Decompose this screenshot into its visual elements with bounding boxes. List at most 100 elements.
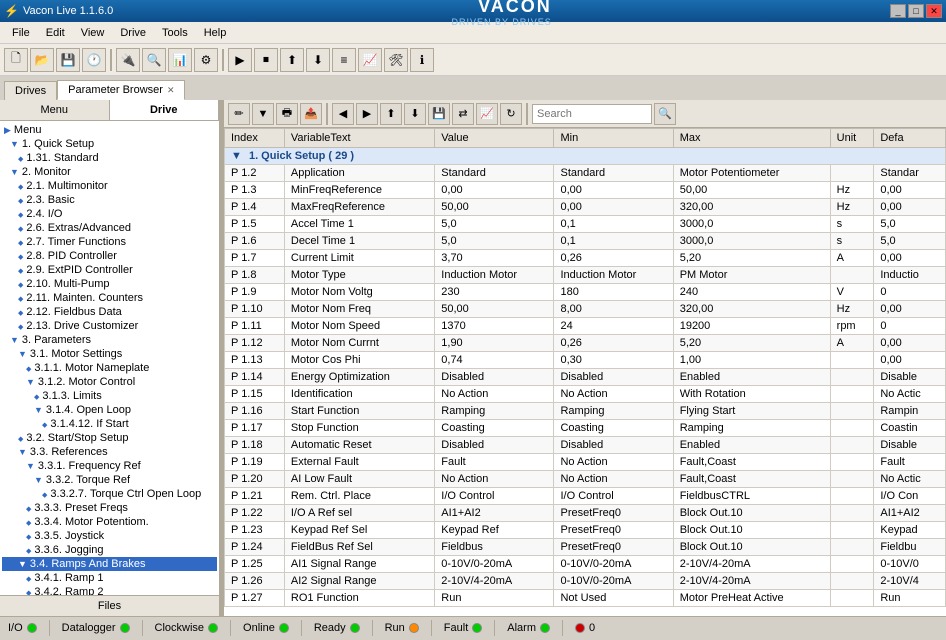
tb-stop[interactable]: ⏹	[254, 48, 278, 72]
param-tb-print[interactable]: 🖶	[276, 103, 298, 125]
tree-node-32[interactable]: ◆3.4.1. Ramp 1	[2, 571, 217, 585]
table-row[interactable]: P 1.14Energy OptimizationDisabledDisable…	[225, 369, 946, 386]
table-row[interactable]: P 1.3MinFreqReference0,000,0050,00Hz0,00	[225, 182, 946, 199]
table-row[interactable]: P 1.22I/O A Ref selAI1+AI2PresetFreq0Blo…	[225, 505, 946, 522]
table-row[interactable]: P 1.13Motor Cos Phi0,740,301,000,00	[225, 352, 946, 369]
close-button[interactable]: ✕	[926, 4, 942, 18]
param-table[interactable]: Index VariableText Value Min Max Unit De…	[224, 128, 946, 616]
table-row[interactable]: P 1.10Motor Nom Freq50,008,00320,00Hz0,0…	[225, 301, 946, 318]
tb-scope[interactable]: 📈	[358, 48, 382, 72]
table-row[interactable]: P 1.18Automatic ResetDisabledDisabledEna…	[225, 437, 946, 454]
tb-info[interactable]: ℹ	[410, 48, 434, 72]
tb-start[interactable]: ▶	[228, 48, 252, 72]
search-input[interactable]	[532, 104, 652, 124]
group-collapse-icon[interactable]: ▼	[231, 150, 242, 162]
param-tb-compare[interactable]: ⇄	[452, 103, 474, 125]
param-tb-refresh[interactable]: ↻	[500, 103, 522, 125]
tree-node-8[interactable]: ◆2.7. Timer Functions	[2, 235, 217, 249]
tree-node-16[interactable]: ▼3.1. Motor Settings	[2, 347, 217, 361]
tree-node-0[interactable]: ▶Menu	[2, 123, 217, 137]
param-tb-search-go[interactable]: 🔍	[654, 103, 676, 125]
tree-node-2[interactable]: ◆1.31. Standard	[2, 151, 217, 165]
tree-node-11[interactable]: ◆2.10. Multi-Pump	[2, 277, 217, 291]
table-row[interactable]: P 1.16Start FunctionRampingRampingFlying…	[225, 403, 946, 420]
menu-drive[interactable]: Drive	[112, 25, 154, 41]
tab-close-icon[interactable]: ✕	[167, 85, 175, 96]
table-row[interactable]: P 1.15IdentificationNo ActionNo ActionWi…	[225, 386, 946, 403]
tree-node-21[interactable]: ◆3.1.4.12. If Start	[2, 417, 217, 431]
files-button[interactable]: Files	[0, 595, 219, 616]
tree-node-19[interactable]: ◆3.1.3. Limits	[2, 389, 217, 403]
tree-node-15[interactable]: ▼3. Parameters	[2, 333, 217, 347]
menu-file[interactable]: File	[4, 25, 38, 41]
tb-upload[interactable]: ⬆	[280, 48, 304, 72]
tree-node-22[interactable]: ◆3.2. Start/Stop Setup	[2, 431, 217, 445]
tree-node-5[interactable]: ◆2.3. Basic	[2, 193, 217, 207]
tb-search[interactable]: 🔍	[142, 48, 166, 72]
tree-node-31[interactable]: ▼3.4. Ramps And Brakes	[2, 557, 217, 571]
table-row[interactable]: P 1.27RO1 FunctionRunNot UsedMotor PreHe…	[225, 590, 946, 607]
table-row[interactable]: P 1.6Decel Time 15,00,13000,0s5,0	[225, 233, 946, 250]
left-tab-drive[interactable]: Drive	[110, 100, 220, 120]
tb-open[interactable]: 📂	[30, 48, 54, 72]
tree-node-7[interactable]: ◆2.6. Extras/Advanced	[2, 221, 217, 235]
param-tb-export[interactable]: 📤	[300, 103, 322, 125]
table-row[interactable]: P 1.7Current Limit3,700,265,20A0,00	[225, 250, 946, 267]
table-row[interactable]: P 1.25AI1 Signal Range0-10V/0-20mA0-10V/…	[225, 556, 946, 573]
table-group-row[interactable]: ▼ 1. Quick Setup ( 29 )	[225, 148, 946, 165]
tree-node-6[interactable]: ◆2.4. I/O	[2, 207, 217, 221]
menu-edit[interactable]: Edit	[38, 25, 73, 41]
table-row[interactable]: P 1.17Stop FunctionCoastingCoastingRampi…	[225, 420, 946, 437]
tree-node-17[interactable]: ◆3.1.1. Motor Nameplate	[2, 361, 217, 375]
tab-parameter-browser[interactable]: Parameter Browser ✕	[57, 80, 185, 100]
tb-param[interactable]: ⚙	[194, 48, 218, 72]
tb-download[interactable]: ⬇	[306, 48, 330, 72]
table-row[interactable]: P 1.9Motor Nom Voltg230180240V0	[225, 284, 946, 301]
param-tb-save[interactable]: 💾	[428, 103, 450, 125]
table-row[interactable]: P 1.21Rem. Ctrl. PlaceI/O ControlI/O Con…	[225, 488, 946, 505]
table-row[interactable]: P 1.11Motor Nom Speed13702419200rpm0	[225, 318, 946, 335]
tb-settings[interactable]: 🛠	[384, 48, 408, 72]
tree-node-23[interactable]: ▼3.3. References	[2, 445, 217, 459]
tb-clock[interactable]: 🕐	[82, 48, 106, 72]
tree-node-25[interactable]: ▼3.3.2. Torque Ref	[2, 473, 217, 487]
tab-drives[interactable]: Drives	[4, 81, 57, 100]
tree-node-18[interactable]: ▼3.1.2. Motor Control	[2, 375, 217, 389]
table-row[interactable]: P 1.19External FaultFaultNo ActionFault,…	[225, 454, 946, 471]
tree-node-1[interactable]: ▼1. Quick Setup	[2, 137, 217, 151]
tree-node-14[interactable]: ◆2.13. Drive Customizer	[2, 319, 217, 333]
tb-new[interactable]: 🗋	[4, 48, 28, 72]
menu-tools[interactable]: Tools	[154, 25, 196, 41]
tree-node-33[interactable]: ◆3.4.2. Ramp 2	[2, 585, 217, 595]
left-tab-menu[interactable]: Menu	[0, 100, 110, 120]
param-tb-next[interactable]: ▶	[356, 103, 378, 125]
maximize-button[interactable]: □	[908, 4, 924, 18]
tree-node-13[interactable]: ◆2.12. Fieldbus Data	[2, 305, 217, 319]
param-tb-scope[interactable]: 📈	[476, 103, 498, 125]
tree-node-30[interactable]: ◆3.3.6. Jogging	[2, 543, 217, 557]
tb-connect[interactable]: 🔌	[116, 48, 140, 72]
tree-node-28[interactable]: ◆3.3.4. Motor Potentiom.	[2, 515, 217, 529]
table-row[interactable]: P 1.23Keypad Ref SelKeypad RefPresetFreq…	[225, 522, 946, 539]
tree-area[interactable]: ▶Menu▼1. Quick Setup◆1.31. Standard▼2. M…	[0, 121, 219, 595]
param-tb-filter[interactable]: ▼	[252, 103, 274, 125]
tree-node-20[interactable]: ▼3.1.4. Open Loop	[2, 403, 217, 417]
param-tb-upload[interactable]: ⬆	[380, 103, 402, 125]
table-row[interactable]: P 1.8Motor TypeInduction MotorInduction …	[225, 267, 946, 284]
tree-node-9[interactable]: ◆2.8. PID Controller	[2, 249, 217, 263]
tb-compare[interactable]: ≡	[332, 48, 356, 72]
tb-save[interactable]: 💾	[56, 48, 80, 72]
table-row[interactable]: P 1.4MaxFreqReference50,000,00320,00Hz0,…	[225, 199, 946, 216]
tree-node-26[interactable]: ◆3.3.2.7. Torque Ctrl Open Loop	[2, 487, 217, 501]
tree-node-29[interactable]: ◆3.3.5. Joystick	[2, 529, 217, 543]
table-row[interactable]: P 1.2ApplicationStandardStandardMotor Po…	[225, 165, 946, 182]
menu-help[interactable]: Help	[196, 25, 235, 41]
minimize-button[interactable]: _	[890, 4, 906, 18]
table-row[interactable]: P 1.5Accel Time 15,00,13000,0s5,0	[225, 216, 946, 233]
tree-node-12[interactable]: ◆2.11. Mainten. Counters	[2, 291, 217, 305]
table-row[interactable]: P 1.26AI2 Signal Range2-10V/4-20mA0-10V/…	[225, 573, 946, 590]
table-row[interactable]: P 1.20AI Low FaultNo ActionNo ActionFaul…	[225, 471, 946, 488]
tree-node-3[interactable]: ▼2. Monitor	[2, 165, 217, 179]
table-row[interactable]: P 1.12Motor Nom Currnt1,900,265,20A0,00	[225, 335, 946, 352]
param-tb-edit[interactable]: ✏	[228, 103, 250, 125]
